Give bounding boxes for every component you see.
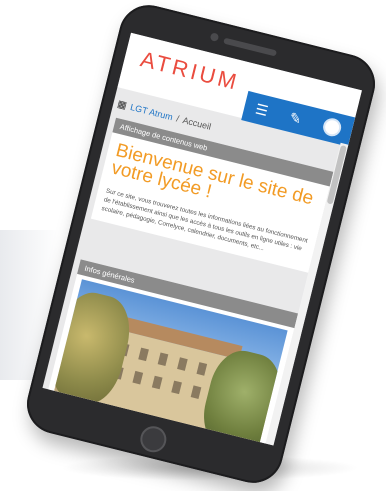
- phone-device: ATRIUM ☰ ✎ ▦ LGT Atrum / Accueil Afficha…: [20, 0, 382, 490]
- avatar-icon[interactable]: [320, 116, 343, 139]
- breadcrumb-separator: /: [175, 113, 181, 124]
- menu-icon[interactable]: ☰: [254, 100, 270, 119]
- info-card: Infos générales: [45, 259, 299, 446]
- pencil-icon[interactable]: ✎: [288, 109, 303, 127]
- atrium-logo[interactable]: ATRIUM: [138, 46, 242, 96]
- phone-screen: ATRIUM ☰ ✎ ▦ LGT Atrum / Accueil Afficha…: [42, 32, 362, 446]
- home-button[interactable]: [137, 423, 170, 456]
- building-icon: ▦: [116, 98, 128, 112]
- breadcrumb-link[interactable]: LGT Atrum: [129, 102, 173, 122]
- speaker-grille: [223, 37, 278, 57]
- camera-icon: [209, 32, 220, 42]
- breadcrumb-current: Accueil: [181, 115, 213, 132]
